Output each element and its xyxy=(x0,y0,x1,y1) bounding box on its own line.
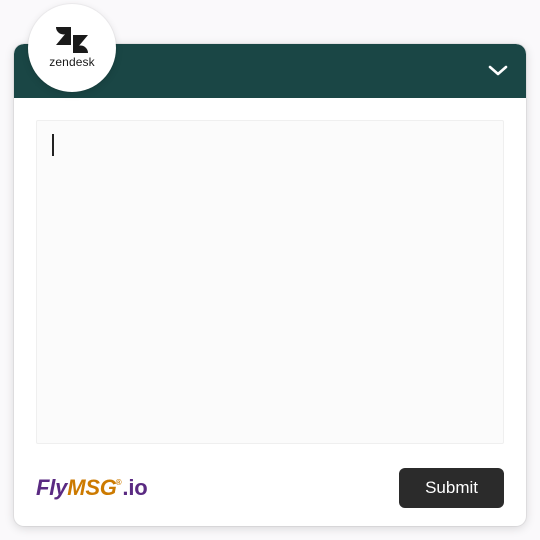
brand-part-msg: MSG xyxy=(67,475,117,501)
zendesk-badge-label: zendesk xyxy=(49,55,94,69)
zendesk-icon xyxy=(56,27,88,53)
collapse-button[interactable] xyxy=(488,64,508,78)
submit-button[interactable]: Submit xyxy=(399,468,504,508)
message-field-wrap xyxy=(36,120,504,444)
widget-footer: FlyMSG®.io Submit xyxy=(14,458,526,526)
zendesk-widget: FlyMSG®.io Submit xyxy=(14,44,526,526)
widget-body xyxy=(14,98,526,458)
chevron-down-icon xyxy=(488,65,508,77)
message-input[interactable] xyxy=(36,120,504,444)
brand-part-io: io xyxy=(128,475,147,501)
brand-part-fly: Fly xyxy=(36,475,67,501)
flymsg-brand: FlyMSG®.io xyxy=(36,475,147,501)
brand-registered-mark: ® xyxy=(116,478,122,487)
zendesk-badge[interactable]: zendesk xyxy=(28,4,116,92)
